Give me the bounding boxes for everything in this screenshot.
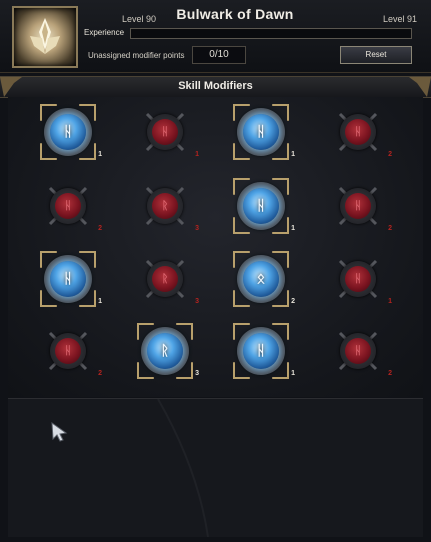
modifier-node-8[interactable]: ᚺ2	[330, 178, 392, 234]
modifier-rank: 3	[195, 370, 199, 377]
gold-frame	[137, 323, 193, 379]
modifier-node-3[interactable]: ᚺ1	[233, 104, 295, 160]
header-panel: Level 90 Bulwark of Dawn Level 91 Experi…	[0, 0, 431, 73]
experience-bar	[130, 28, 412, 39]
rune-glyph: ᚺ	[64, 199, 72, 212]
modifier-node-13[interactable]: ᚺ2	[40, 323, 102, 379]
reset-button[interactable]: Reset	[340, 46, 412, 64]
modifier-node-4[interactable]: ᚺ2	[330, 104, 392, 160]
modifier-node-10[interactable]: ᚱ3	[137, 251, 199, 307]
modifier-rank: 1	[388, 298, 392, 305]
section-title: Skill Modifiers	[178, 80, 253, 92]
section-header: Skill Modifiers	[0, 76, 431, 98]
right-ornament-icon	[409, 77, 431, 97]
arrow-cursor-icon	[51, 421, 68, 442]
modifier-rank: 2	[388, 370, 392, 377]
gold-frame	[40, 104, 96, 160]
modifier-node-7[interactable]: ᚺ1	[233, 178, 295, 234]
modifier-rank: 2	[291, 298, 295, 305]
rune-glyph: ᚺ	[354, 344, 362, 357]
modifier-node-9[interactable]: ᚺ1	[40, 251, 102, 307]
modifier-rank: 3	[195, 225, 199, 232]
skill-title: Bulwark of Dawn	[176, 6, 294, 22]
gold-frame	[233, 323, 289, 379]
next-level-label: Level 91	[382, 14, 417, 24]
holy-shield-emblem-icon	[12, 6, 78, 68]
modifier-node-2[interactable]: ᚺ1	[137, 104, 199, 160]
background-arc-decoration	[157, 398, 209, 538]
modifier-rank: 2	[388, 151, 392, 158]
modifier-rank: 1	[291, 151, 295, 158]
rune-glyph: ᚱ	[161, 272, 169, 285]
modifier-node-5[interactable]: ᚺ2	[40, 178, 102, 234]
modifier-rank: 1	[98, 298, 102, 305]
modifier-node-11[interactable]: ᛟ2	[233, 251, 295, 307]
rune-glyph: ᚺ	[354, 125, 362, 138]
gold-frame	[233, 178, 289, 234]
gold-frame	[233, 251, 289, 307]
modifier-rank: 1	[291, 225, 295, 232]
modifier-node-15[interactable]: ᚺ1	[233, 323, 295, 379]
rune-glyph: ᚺ	[354, 199, 362, 212]
unassigned-points-label: Unassigned modifier points	[88, 51, 185, 60]
modifier-node-14[interactable]: ᚱ3	[137, 323, 199, 379]
modifier-rank: 2	[98, 225, 102, 232]
modifier-node-12[interactable]: ᚺ1	[330, 251, 392, 307]
description-panel	[8, 398, 423, 538]
rune-glyph: ᚺ	[64, 344, 72, 357]
rune-glyph: ᚺ	[354, 272, 362, 285]
modifier-rank: 1	[195, 151, 199, 158]
modifier-rank: 2	[388, 225, 392, 232]
modifier-rank: 1	[291, 370, 295, 377]
modifier-node-6[interactable]: ᚱ3	[137, 178, 199, 234]
rune-glyph: ᚺ	[161, 125, 169, 138]
modifier-points-counter: 0/10	[192, 46, 246, 64]
experience-label: Experience	[84, 28, 125, 37]
modifier-rank: 3	[195, 298, 199, 305]
gold-frame	[40, 251, 96, 307]
gold-frame	[233, 104, 289, 160]
modifier-rank: 1	[98, 151, 102, 158]
current-level-label: Level 90	[122, 14, 157, 24]
modifier-node-1[interactable]: ᚺ1	[40, 104, 102, 160]
modifier-rank: 2	[98, 370, 102, 377]
rune-glyph: ᚱ	[161, 199, 169, 212]
modifier-node-16[interactable]: ᚺ2	[330, 323, 392, 379]
